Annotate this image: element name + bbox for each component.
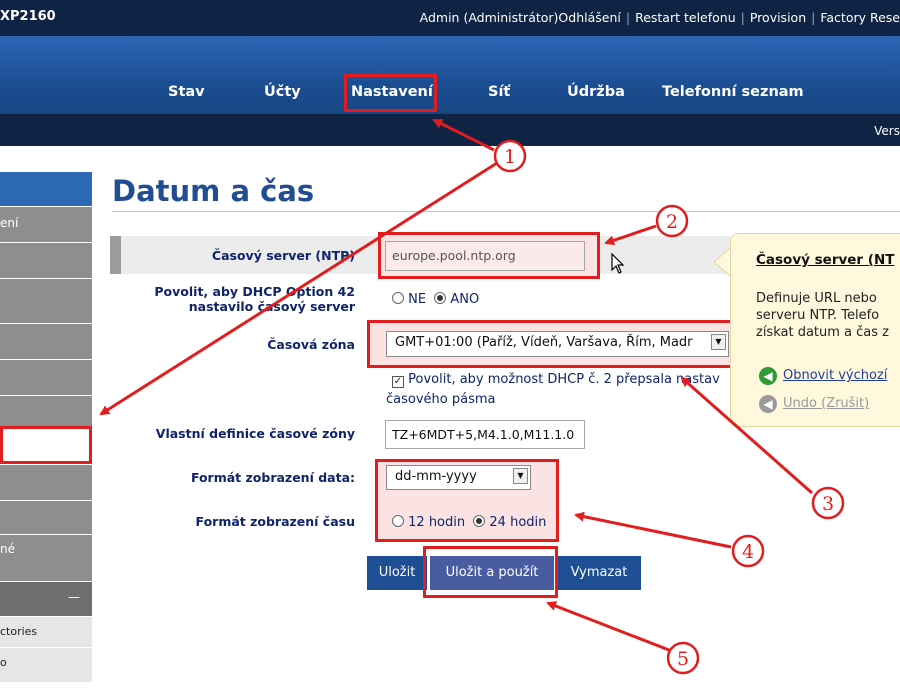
sidebar-item[interactable] — [0, 279, 92, 324]
tab-stav[interactable]: Stav — [168, 84, 205, 100]
logout-link[interactable]: Odhlášení — [558, 10, 620, 25]
annotation-number-3: 3 — [822, 493, 834, 515]
ntp-label: Časový server (NTP) — [211, 248, 355, 263]
sidebar-item[interactable] — [0, 324, 92, 360]
admin-link[interactable]: Admin (Administrátor) — [420, 10, 559, 25]
dhcp42-label-line2: nastavilo časový server — [188, 299, 355, 314]
separator: | — [625, 10, 631, 25]
tooltip-body: Definuje URL nebo serveru NTP. Telefo zí… — [756, 290, 889, 341]
sidebar-item-label: né — [0, 542, 15, 556]
annotation-marker-5: 5 — [666, 641, 700, 675]
radio-ano[interactable] — [434, 292, 447, 304]
tab-udrzba[interactable]: Údržba — [567, 84, 625, 100]
annotation-number-5: 5 — [677, 648, 689, 670]
annotation-marker-4: 4 — [731, 534, 765, 568]
collapse-icon: — — [68, 590, 80, 604]
sidebar-item-date-time-active[interactable] — [0, 426, 92, 464]
annotation-number-4: 4 — [742, 541, 754, 563]
sidebar-item[interactable] — [0, 360, 92, 396]
annotation-arrow-4 — [574, 511, 732, 549]
sidebar-subitem[interactable]: o — [0, 648, 92, 683]
restart-link[interactable]: Restart telefonu — [635, 10, 736, 25]
save-button[interactable]: Uložit — [367, 556, 427, 590]
sidebar-item[interactable] — [0, 501, 92, 535]
sidebar-section-collapse[interactable]: — — [0, 582, 92, 616]
dhcp2-checkbox[interactable]: ✓ — [392, 376, 404, 388]
save-apply-highlight-box — [423, 546, 558, 598]
sidebar-item[interactable] — [0, 396, 92, 427]
annotation-marker-3: 3 — [811, 486, 845, 520]
version-label: Vers — [874, 124, 900, 138]
dhcp2-checkbox-row: ✓ Povolit, aby možnost DHCP č. 2 přepsal… — [392, 372, 720, 388]
dhcp42-label: Povolit, aby DHCP Option 42 nastavilo ča… — [120, 284, 355, 314]
clear-button[interactable]: Vymazat — [557, 556, 641, 590]
top-bar: XP2160 Admin (Administrátor)Odhlášení | Re… — [0, 0, 900, 36]
provision-link[interactable]: Provision — [750, 10, 806, 25]
tab-telefonni-seznam[interactable]: Telefonní seznam — [662, 84, 804, 100]
dhcp2-checkbox-label: Povolit, aby možnost DHCP č. 2 přepsala … — [408, 372, 720, 387]
sidebar-subitem-directories[interactable]: ctories — [0, 617, 92, 648]
tab-sit[interactable]: Síť — [488, 84, 510, 100]
main-nav: Stav Účty Nastavení Síť Údržba Telefonní… — [0, 36, 900, 114]
top-links: Admin (Administrátor)Odhlášení | Restart t… — [420, 10, 900, 25]
time-format-label: Formát zobrazení času — [195, 514, 355, 529]
format-highlight-box — [375, 459, 559, 542]
sidebar-item[interactable] — [0, 243, 92, 279]
undo-icon: ◀ — [759, 395, 777, 413]
sidebar-item-general[interactable]: ení — [0, 207, 92, 243]
radio-ano-label: ANO — [450, 292, 480, 307]
restore-default-link[interactable]: Obnovit výchozí — [783, 368, 887, 383]
annotation-number-2: 2 — [666, 211, 678, 233]
factory-reset-link[interactable]: Factory Rese — [820, 10, 900, 25]
annotation-arrow-5 — [546, 601, 670, 652]
dhcp42-label-line1: Povolit, aby DHCP Option 42 — [154, 284, 355, 299]
date-format-label: Formát zobrazení data: — [190, 470, 355, 485]
page-title: Datum a čas — [112, 174, 315, 208]
tooltip-title: Časový server (NT — [756, 252, 895, 268]
tooltip-body-line: serveru NTP. Telefo — [756, 308, 880, 323]
restore-icon: ◀ — [759, 367, 777, 385]
annotation-number-1: 1 — [504, 146, 516, 168]
sidebar-item[interactable]: né — [0, 535, 92, 582]
sidebar-item-label: ení — [0, 216, 19, 230]
separator: | — [740, 10, 745, 25]
sub-bar: Vers — [0, 114, 900, 146]
sidebar-item[interactable] — [0, 465, 92, 501]
dhcp2-checkbox-label-line2: časového pásma — [386, 392, 496, 407]
sidebar-header[interactable] — [0, 172, 92, 206]
timezone-label: Časová zóna — [267, 337, 355, 352]
title-divider — [112, 211, 900, 212]
custom-tz-label: Vlastní definice časové zóny — [155, 426, 355, 441]
radio-ne-label: NE — [408, 292, 427, 307]
timezone-highlight-box — [367, 320, 747, 368]
tooltip-body-line: Definuje URL nebo — [756, 291, 877, 306]
ntp-highlight-box — [378, 232, 600, 279]
undo-link[interactable]: Undo (Zrušit) — [783, 396, 869, 411]
custom-tz-input[interactable]: TZ+6MDT+5,M4.1.0,M11.1.0 — [385, 420, 585, 449]
dhcp42-options: NE ANO — [392, 292, 479, 307]
tooltip-body-line: získat datum a čas z — [756, 325, 889, 340]
separator: | — [811, 10, 816, 25]
tab-ucty[interactable]: Účty — [264, 84, 301, 100]
mouse-cursor-icon — [611, 252, 625, 279]
model-name: XP2160 — [0, 9, 56, 24]
radio-ne[interactable] — [392, 292, 404, 304]
nav-highlight-box — [344, 74, 437, 112]
help-tooltip: Časový server (NT Definuje URL nebo serv… — [730, 233, 900, 427]
